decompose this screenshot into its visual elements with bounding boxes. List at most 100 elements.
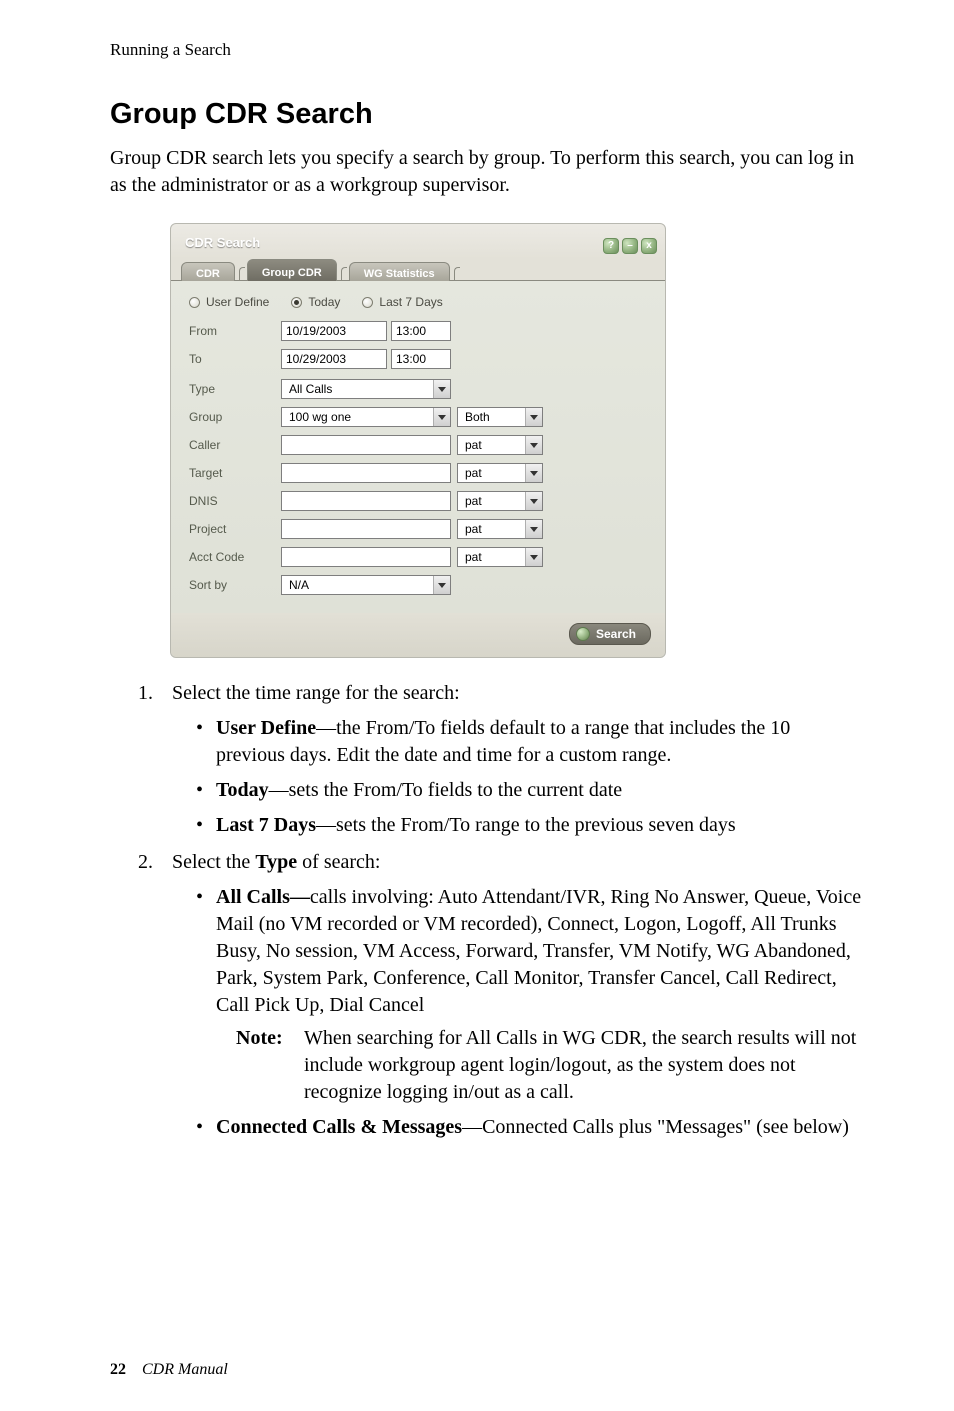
radio-dot-icon	[362, 297, 373, 308]
acct-code-input[interactable]	[281, 547, 451, 567]
select-value: pat	[462, 550, 482, 564]
tab-notch	[341, 267, 347, 281]
to-time-input[interactable]	[391, 349, 451, 369]
page-footer: 22 CDR Manual	[110, 1361, 228, 1379]
select-value: N/A	[286, 578, 309, 592]
chevron-down-icon	[525, 548, 542, 566]
label-dnis: DNIS	[189, 494, 281, 508]
from-date-input[interactable]	[281, 321, 387, 341]
chevron-down-icon	[525, 408, 542, 426]
bullet-bold: User Define	[216, 717, 316, 739]
bullet-last-7-days: Last 7 Days—sets the From/To range to th…	[196, 812, 864, 839]
chevron-down-icon	[525, 492, 542, 510]
radio-dot-icon	[189, 297, 200, 308]
type-select[interactable]: All Calls	[281, 379, 451, 399]
from-time-input[interactable]	[391, 321, 451, 341]
target-input[interactable]	[281, 463, 451, 483]
note-block: Note: When searching for All Calls in WG…	[216, 1025, 864, 1106]
bullet-rest: —Connected Calls plus "Messages" (see be…	[462, 1116, 849, 1138]
doc-title: CDR Manual	[142, 1361, 228, 1378]
sort-by-select[interactable]: N/A	[281, 575, 451, 595]
widget-footer: Search	[171, 613, 665, 657]
chevron-down-icon	[433, 380, 450, 398]
running-head: Running a Search	[110, 40, 864, 60]
bullet-bold: Connected Calls & Messages	[216, 1116, 462, 1138]
label-target: Target	[189, 466, 281, 480]
project-side-select[interactable]: pat	[457, 519, 543, 539]
chevron-down-icon	[525, 436, 542, 454]
radio-today[interactable]: Today	[291, 295, 340, 309]
search-button[interactable]: Search	[569, 623, 651, 645]
dnis-input[interactable]	[281, 491, 451, 511]
group-select[interactable]: 100 wg one	[281, 407, 451, 427]
label-sort-by: Sort by	[189, 578, 281, 592]
page-number: 22	[110, 1361, 126, 1378]
tab-strip: CDR Group CDR WG Statistics	[171, 259, 665, 281]
tab-wg-statistics[interactable]: WG Statistics	[349, 262, 450, 281]
tab-group-cdr[interactable]: Group CDR	[247, 259, 337, 281]
chevron-down-icon	[433, 408, 450, 426]
bullet-today: Today—sets the From/To fields to the cur…	[196, 777, 864, 804]
cdr-search-widget: CDR Search ? – x CDR Group CDR WG Statis…	[170, 223, 666, 658]
intro-paragraph: Group CDR search lets you specify a sear…	[110, 145, 864, 199]
bullet-bold: Today	[216, 779, 269, 801]
target-side-select[interactable]: pat	[457, 463, 543, 483]
acct-side-select[interactable]: pat	[457, 547, 543, 567]
tab-cdr[interactable]: CDR	[181, 262, 235, 281]
select-value: pat	[462, 522, 482, 536]
dnis-side-select[interactable]: pat	[457, 491, 543, 511]
bullet-connected-calls: Connected Calls & Messages—Connected Cal…	[196, 1114, 864, 1141]
label-type: Type	[189, 382, 281, 396]
note-text: When searching for All Calls in WG CDR, …	[304, 1025, 864, 1106]
step-2-post: of search:	[297, 851, 380, 873]
project-input[interactable]	[281, 519, 451, 539]
step-2: Select the Type of search: All Calls—cal…	[158, 849, 864, 1141]
bullet-all-calls: All Calls—calls involving: Auto Attendan…	[196, 884, 864, 1106]
label-group: Group	[189, 410, 281, 424]
radio-label: Last 7 Days	[379, 295, 442, 309]
tab-notch	[454, 267, 460, 281]
search-ball-icon	[576, 627, 590, 641]
select-value: Both	[462, 410, 490, 424]
close-icon[interactable]: x	[641, 238, 657, 254]
bullet-bold: All Calls—	[216, 886, 310, 908]
radio-user-define[interactable]: User Define	[189, 295, 269, 309]
section-title: Group CDR Search	[110, 98, 864, 131]
caller-input[interactable]	[281, 435, 451, 455]
radio-label: User Define	[206, 295, 269, 309]
widget-titlebar: CDR Search ? – x	[171, 230, 665, 258]
chevron-down-icon	[525, 520, 542, 538]
bullet-rest: calls involving: Auto Attendant/IVR, Rin…	[216, 886, 861, 1016]
minimize-icon[interactable]: –	[622, 238, 638, 254]
group-side-select[interactable]: Both	[457, 407, 543, 427]
form-panel: User Define Today Last 7 Days From To Ty…	[171, 280, 665, 613]
search-button-label: Search	[596, 627, 636, 641]
help-icon[interactable]: ?	[603, 238, 619, 254]
bullet-rest: —sets the From/To fields to the current …	[269, 779, 623, 801]
note-label: Note:	[236, 1025, 304, 1106]
label-project: Project	[189, 522, 281, 536]
step-2-bullets: All Calls—calls involving: Auto Attendan…	[172, 884, 864, 1141]
step-1-bullets: User Define—the From/To fields default t…	[172, 715, 864, 839]
bullet-user-define: User Define—the From/To fields default t…	[196, 715, 864, 769]
select-value: 100 wg one	[286, 410, 351, 424]
to-date-input[interactable]	[281, 349, 387, 369]
step-1-text: Select the time range for the search:	[172, 682, 460, 704]
radio-last-7-days[interactable]: Last 7 Days	[362, 295, 442, 309]
bullet-bold: Last 7 Days	[216, 814, 316, 836]
widget-title: CDR Search	[185, 235, 260, 258]
step-1: Select the time range for the search: Us…	[158, 680, 864, 839]
window-buttons: ? – x	[603, 238, 657, 254]
caller-side-select[interactable]: pat	[457, 435, 543, 455]
step-2-pre: Select the	[172, 851, 255, 873]
select-value: pat	[462, 466, 482, 480]
label-acct-code: Acct Code	[189, 550, 281, 564]
select-value: pat	[462, 438, 482, 452]
radio-dot-icon	[291, 297, 302, 308]
label-from: From	[189, 324, 281, 338]
bullet-rest: —sets the From/To range to the previous …	[316, 814, 736, 836]
label-caller: Caller	[189, 438, 281, 452]
steps-list: Select the time range for the search: Us…	[110, 680, 864, 1141]
chevron-down-icon	[433, 576, 450, 594]
tab-notch	[239, 267, 245, 281]
